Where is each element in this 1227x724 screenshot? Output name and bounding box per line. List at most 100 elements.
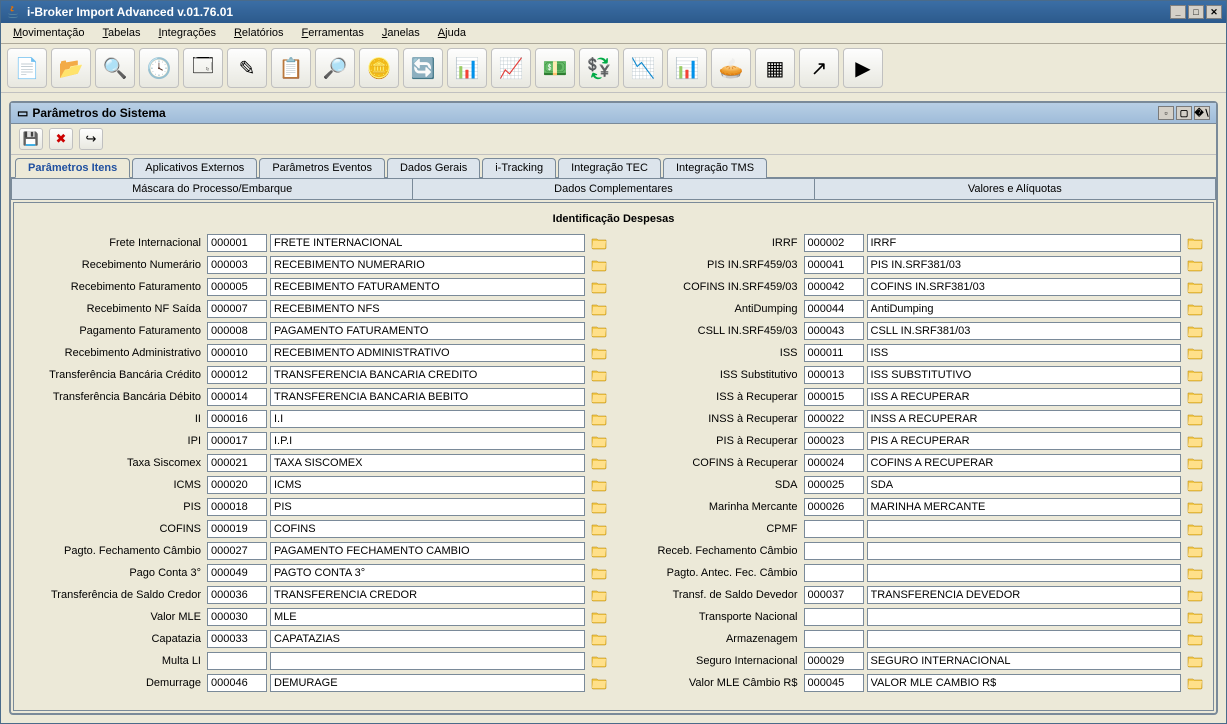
- folder-icon[interactable]: [589, 454, 609, 472]
- code-input[interactable]: [207, 608, 267, 626]
- code-input[interactable]: [207, 564, 267, 582]
- search-icon[interactable]: 🔎: [315, 48, 355, 88]
- chart-pie-icon[interactable]: 📉: [623, 48, 663, 88]
- desc-input[interactable]: [270, 674, 585, 692]
- code-input[interactable]: [804, 674, 864, 692]
- pie-icon[interactable]: 🥧: [711, 48, 751, 88]
- folder-icon[interactable]: [1185, 300, 1205, 318]
- code-input[interactable]: [804, 520, 864, 538]
- desc-input[interactable]: [270, 520, 585, 538]
- desc-input[interactable]: [867, 278, 1182, 296]
- folder-icon[interactable]: [589, 322, 609, 340]
- desc-input[interactable]: [867, 322, 1182, 340]
- maximize-button[interactable]: □: [1188, 5, 1204, 19]
- desc-input[interactable]: [270, 278, 585, 296]
- coins-icon[interactable]: 🪙: [359, 48, 399, 88]
- folder-icon[interactable]: [589, 410, 609, 428]
- desc-input[interactable]: [270, 630, 585, 648]
- folder-icon[interactable]: [1185, 454, 1205, 472]
- code-input[interactable]: [804, 322, 864, 340]
- folder-icon[interactable]: [589, 432, 609, 450]
- chart-bar-icon[interactable]: 📊: [667, 48, 707, 88]
- desc-input[interactable]: [270, 410, 585, 428]
- folder-icon[interactable]: [1185, 542, 1205, 560]
- desc-input[interactable]: [270, 454, 585, 472]
- tab-dados-gerais[interactable]: Dados Gerais: [387, 158, 480, 178]
- code-input[interactable]: [207, 432, 267, 450]
- folder-icon[interactable]: [589, 366, 609, 384]
- folder-icon[interactable]: [589, 542, 609, 560]
- code-input[interactable]: [207, 256, 267, 274]
- desc-input[interactable]: [867, 520, 1182, 538]
- desc-input[interactable]: [867, 300, 1182, 318]
- desc-input[interactable]: [867, 674, 1182, 692]
- folder-icon[interactable]: [1185, 366, 1205, 384]
- panel-scroll[interactable]: Identificação Despesas Frete Internacion…: [13, 202, 1214, 711]
- desc-input[interactable]: [270, 498, 585, 516]
- code-input[interactable]: [804, 608, 864, 626]
- delete-icon[interactable]: ✖: [49, 128, 73, 150]
- desc-input[interactable]: [867, 652, 1182, 670]
- minimize-button[interactable]: _: [1170, 5, 1186, 19]
- code-input[interactable]: [207, 586, 267, 604]
- folder-search-icon[interactable]: 🔍: [95, 48, 135, 88]
- code-input[interactable]: [207, 498, 267, 516]
- desc-input[interactable]: [270, 366, 585, 384]
- subtab-dados-complementares[interactable]: Dados Complementares: [412, 178, 813, 199]
- play-icon[interactable]: ▶: [843, 48, 883, 88]
- list-icon[interactable]: 📋: [271, 48, 311, 88]
- folder-icon[interactable]: [589, 234, 609, 252]
- code-input[interactable]: [804, 344, 864, 362]
- money-sync-icon[interactable]: 💱: [579, 48, 619, 88]
- desc-input[interactable]: [270, 564, 585, 582]
- frame-maximize-button[interactable]: ▢: [1176, 106, 1192, 120]
- code-input[interactable]: [804, 256, 864, 274]
- folder-time-icon[interactable]: 🕓: [139, 48, 179, 88]
- code-input[interactable]: [804, 498, 864, 516]
- desc-input[interactable]: [867, 476, 1182, 494]
- code-input[interactable]: [804, 542, 864, 560]
- desc-input[interactable]: [867, 608, 1182, 626]
- folder-icon[interactable]: [1185, 652, 1205, 670]
- desc-input[interactable]: [867, 432, 1182, 450]
- folder-icon[interactable]: [589, 388, 609, 406]
- report-icon[interactable]: 📊: [447, 48, 487, 88]
- folder-icon[interactable]: [589, 256, 609, 274]
- save-icon[interactable]: 💾: [19, 128, 43, 150]
- code-input[interactable]: [804, 586, 864, 604]
- desc-input[interactable]: [867, 542, 1182, 560]
- code-input[interactable]: [804, 564, 864, 582]
- desc-input[interactable]: [270, 300, 585, 318]
- menu-integraes[interactable]: Integrações: [150, 25, 224, 41]
- desc-input[interactable]: [867, 454, 1182, 472]
- code-input[interactable]: [804, 366, 864, 384]
- code-input[interactable]: [207, 344, 267, 362]
- desc-input[interactable]: [867, 234, 1182, 252]
- code-input[interactable]: [207, 542, 267, 560]
- code-input[interactable]: [804, 300, 864, 318]
- desc-input[interactable]: [867, 344, 1182, 362]
- code-input[interactable]: [804, 454, 864, 472]
- desc-input[interactable]: [867, 586, 1182, 604]
- code-input[interactable]: [207, 520, 267, 538]
- desc-input[interactable]: [867, 410, 1182, 428]
- code-input[interactable]: [207, 652, 267, 670]
- tab-integra--o-tms[interactable]: Integração TMS: [663, 158, 767, 178]
- code-input[interactable]: [207, 454, 267, 472]
- menu-relatrios[interactable]: Relatórios: [226, 25, 292, 41]
- folder-icon[interactable]: [1185, 608, 1205, 626]
- desc-input[interactable]: [867, 564, 1182, 582]
- code-input[interactable]: [804, 388, 864, 406]
- code-input[interactable]: [207, 366, 267, 384]
- folder-icon[interactable]: [1185, 586, 1205, 604]
- tab-i-tracking[interactable]: i-Tracking: [482, 158, 556, 178]
- folder-icon[interactable]: [1185, 234, 1205, 252]
- folder-icon[interactable]: [1185, 498, 1205, 516]
- code-input[interactable]: [207, 630, 267, 648]
- folder-icon[interactable]: [589, 498, 609, 516]
- folder-icon[interactable]: [589, 586, 609, 604]
- code-input[interactable]: [207, 476, 267, 494]
- folder-icon[interactable]: [589, 652, 609, 670]
- code-input[interactable]: [804, 652, 864, 670]
- desc-input[interactable]: [867, 388, 1182, 406]
